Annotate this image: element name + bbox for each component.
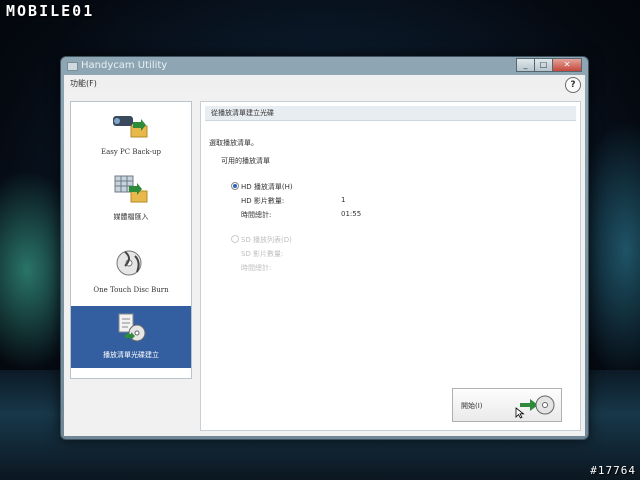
maximize-button[interactable]: □ — [534, 58, 553, 72]
start-button-label: 開始(I) — [461, 402, 483, 410]
window-client: 功能(F) ? Easy PC Back-up 媒體檔匯入 One Touch … — [64, 75, 585, 436]
sidebar-item-easy-pc-backup[interactable]: Easy PC Back-up — [71, 104, 191, 166]
close-button[interactable]: ✕ — [552, 58, 582, 72]
hd-playlist-option[interactable]: HD 播放清單(H) — [241, 182, 293, 192]
camera-to-folder-icon — [113, 116, 148, 138]
app-icon — [67, 62, 78, 71]
mouse-cursor-icon — [515, 407, 525, 419]
sidebar: Easy PC Back-up 媒體檔匯入 One Touch Disc Bur… — [70, 101, 192, 379]
sidebar-item-playlist-disc[interactable]: 播放清單光碟建立 — [71, 306, 191, 368]
section-title: 從播放清單建立光碟 — [211, 109, 274, 117]
hd-time-label: 時間總計: — [241, 211, 272, 219]
hd-playlist-radio[interactable] — [231, 182, 239, 190]
available-playlists-label: 可用的播放清單 — [221, 157, 270, 165]
hd-count-label: HD 影片數量: — [241, 197, 285, 205]
sidebar-item-media-import[interactable]: 媒體檔匯入 — [71, 168, 191, 230]
media-grid-to-folder-icon — [114, 175, 148, 203]
main-panel: 從播放清單建立光碟 選取播放清單。 可用的播放清單 HD 播放清單(H) HD … — [200, 101, 581, 431]
photo-tag-number: #17764 — [590, 464, 636, 477]
sidebar-item-label: Easy PC Back-up — [100, 148, 162, 156]
prompt-text: 選取播放清單。 — [209, 139, 258, 147]
section-header: 從播放清單建立光碟 — [205, 106, 576, 121]
sd-count-label: SD 影片數量: — [241, 250, 284, 258]
playlist-disc-icon — [118, 313, 146, 342]
minimize-button[interactable]: _ — [516, 58, 535, 72]
photo-watermark: MOBILE01 — [6, 2, 95, 20]
sidebar-item-label: 媒體檔匯入 — [113, 213, 149, 221]
sidebar-item-label: One Touch Disc Burn — [93, 286, 169, 294]
menu-functions[interactable]: 功能(F) — [70, 78, 97, 89]
sd-playlist-radio[interactable] — [231, 235, 239, 243]
sd-time-label: 時間總計: — [241, 264, 272, 272]
disc-icon — [535, 395, 555, 415]
sidebar-item-label: 播放清單光碟建立 — [103, 351, 159, 359]
window-title: Handycam Utility — [81, 60, 168, 71]
hd-time-value: 01:55 — [341, 210, 362, 218]
help-button[interactable]: ? — [565, 77, 581, 93]
sidebar-item-one-touch-disc-burn[interactable]: One Touch Disc Burn — [71, 242, 191, 304]
sd-playlist-option[interactable]: SD 播放列表(D) — [241, 235, 292, 245]
hd-count-value: 1 — [341, 196, 346, 204]
start-button[interactable]: 開始(I) — [452, 388, 562, 422]
title-bar[interactable]: Handycam Utility _ □ ✕ — [61, 57, 588, 75]
window-controls: _ □ ✕ — [516, 58, 582, 72]
disc-burn-icon — [116, 250, 142, 276]
menu-bar: 功能(F) — [64, 75, 585, 91]
app-window: Handycam Utility _ □ ✕ 功能(F) ? Easy PC B… — [60, 56, 589, 440]
